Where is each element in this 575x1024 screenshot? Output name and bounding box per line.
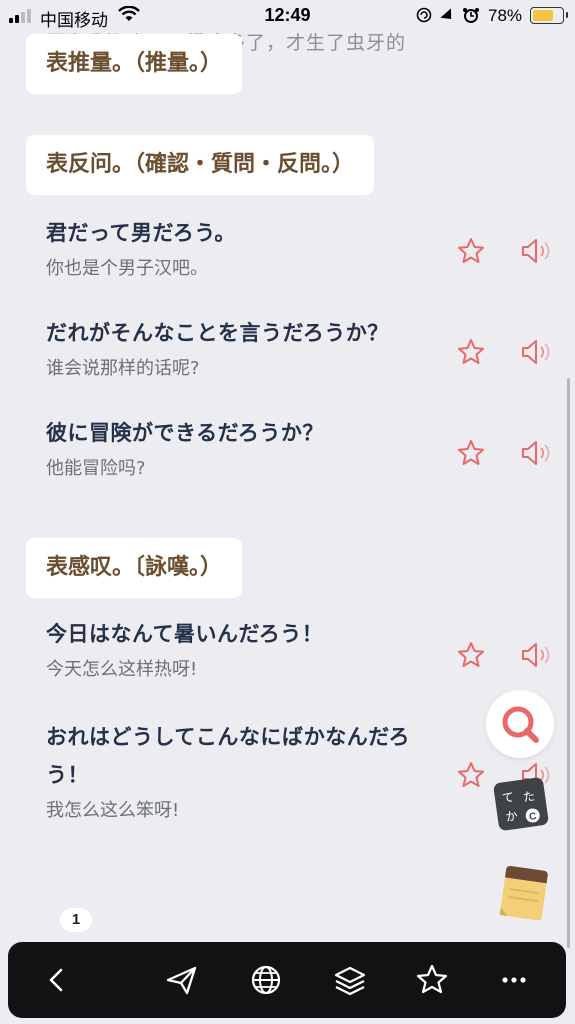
kana-key: か (505, 809, 519, 825)
favorite-star-icon[interactable] (456, 337, 486, 367)
kana-key: た (522, 789, 536, 805)
battery-percent: 78% (488, 6, 523, 25)
layers-icon[interactable] (330, 960, 370, 1000)
kana-key: て (501, 790, 515, 806)
japanese-sentence: 君だって男だろう。 (46, 221, 236, 245)
globe-icon[interactable] (246, 960, 286, 1000)
favorite-star-icon[interactable] (456, 640, 486, 670)
japanese-sentence: 彼に冒険ができるだろうか？ (46, 421, 324, 445)
search-button[interactable] (486, 690, 554, 758)
chinese-translation: 我怎么这么笨呀! (46, 800, 180, 821)
page-badge: 1 (60, 908, 92, 932)
section-heading: 表反问。（確認・質問・反問。） (26, 135, 375, 195)
speaker-icon[interactable] (520, 236, 554, 266)
list-item[interactable]: 彼に冒険ができるだろうか？ 他能冒险吗? (46, 414, 446, 484)
list-item[interactable]: おれはどうしてこんなにばかなんだろう！ 我怎么这么笨呀! (46, 718, 451, 826)
list-item[interactable]: だれがそんなことを言うだろうか？ 谁会说那样的话呢? (46, 314, 446, 384)
list-item[interactable]: 今日はなんて暑いんだろう！ 今天怎么这样热呀! (46, 615, 446, 685)
chinese-translation: 今天怎么这样热呀! (46, 659, 198, 680)
kana-keyboard-button[interactable]: て た か C (492, 776, 550, 832)
search-icon (502, 706, 539, 743)
japanese-sentence: おれはどうしてこんなにばかなんだろう！ (46, 725, 411, 787)
status-icons (416, 7, 479, 23)
japanese-sentence: だれがそんなことを言うだろうか？ (46, 321, 389, 345)
back-icon[interactable] (36, 960, 76, 1000)
chinese-translation: 你也是个男子汉吧。 (46, 258, 208, 279)
speaker-icon[interactable] (520, 438, 554, 468)
bookmark-star-icon[interactable] (412, 960, 452, 1000)
speaker-icon[interactable] (520, 640, 554, 670)
notebook-icon[interactable] (495, 862, 551, 924)
speaker-icon[interactable] (520, 337, 554, 367)
chinese-translation: 谁会说那样的话呢? (46, 358, 200, 379)
section-heading: 表推量。（推量。） (26, 34, 243, 94)
favorite-star-icon[interactable] (456, 236, 486, 266)
bottom-toolbar (8, 942, 566, 1018)
scrollbar[interactable] (567, 378, 570, 948)
japanese-sentence: 今日はなんて暑いんだろう！ (46, 622, 324, 646)
chinese-translation: 他能冒险吗? (46, 458, 146, 479)
favorite-star-icon[interactable] (456, 438, 486, 468)
section-heading: 表感叹。〔詠嘆。） (26, 538, 243, 598)
more-icon[interactable] (494, 960, 534, 1000)
battery-icon (530, 7, 568, 24)
share-icon[interactable] (162, 960, 202, 1000)
kana-key: C (529, 811, 538, 823)
favorite-star-icon[interactable] (456, 760, 486, 790)
list-item[interactable]: 君だって男だろう。 你也是个男子汉吧。 (46, 214, 446, 284)
